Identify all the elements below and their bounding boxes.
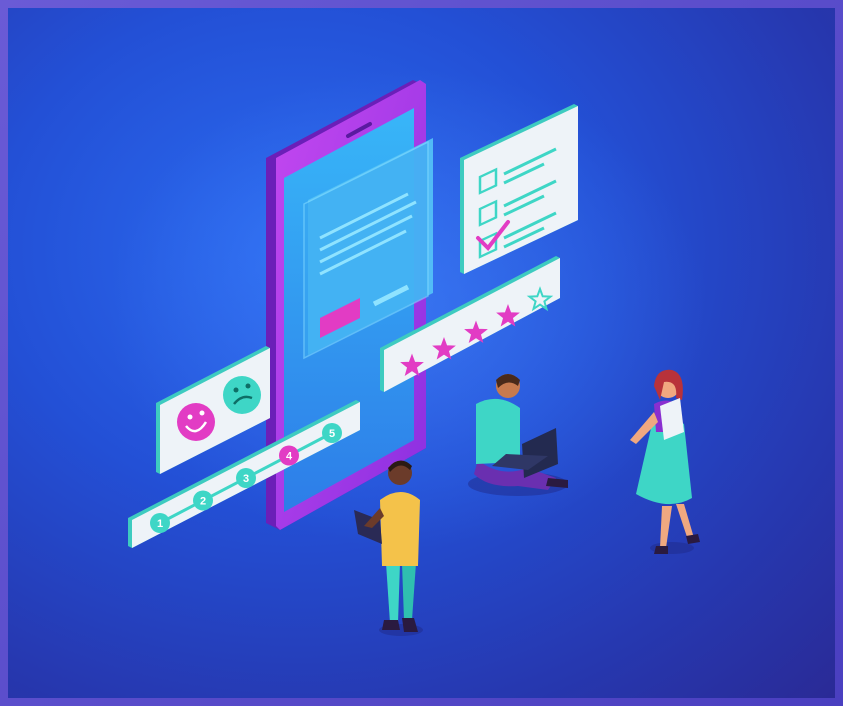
progress-step: 3 [236, 468, 256, 488]
sad-face-icon [223, 376, 261, 414]
progress-step: 4 [279, 445, 299, 466]
progress-step-label: 2 [200, 496, 206, 508]
isometric-feedback-illustration: 1 2 3 4 5 [8, 8, 835, 698]
progress-step-label: 4 [286, 451, 293, 463]
illustration-frame: 1 2 3 4 5 [0, 0, 843, 706]
progress-step-label: 3 [243, 473, 249, 485]
progress-step-label: 1 [157, 518, 163, 530]
happy-face-icon [177, 403, 215, 441]
progress-step: 2 [193, 490, 213, 511]
progress-step: 5 [322, 423, 342, 443]
illustration-svg: 1 2 3 4 5 [108, 68, 708, 636]
progress-step-label: 5 [329, 428, 335, 440]
progress-step: 1 [150, 513, 170, 533]
